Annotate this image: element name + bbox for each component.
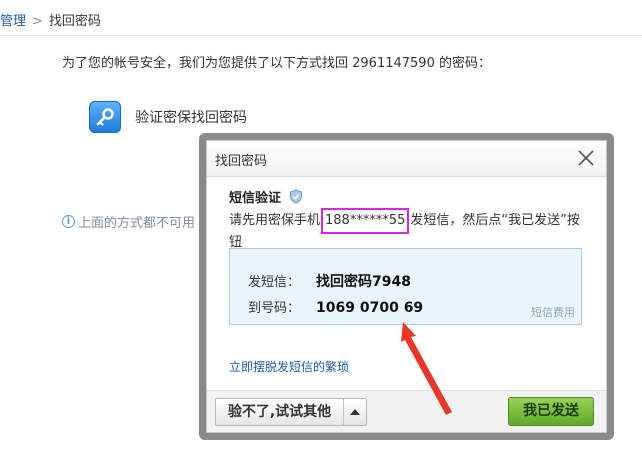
header-divider	[0, 35, 642, 36]
try-other-button[interactable]: 验不了,试试其他	[215, 398, 367, 426]
sms-content-row: 发短信： 找回密码7948	[248, 271, 411, 291]
breadcrumb: 管理 > 找回密码	[0, 10, 101, 30]
dialog-frame: 找回密码 短信验证 请先用密保手机 188******55 发短信，然后点“我已发送…	[199, 133, 614, 440]
instruction-prefix: 请先用密保手机	[229, 213, 321, 228]
sent-button[interactable]: 我已发送	[508, 397, 594, 426]
breadcrumb-parent-link[interactable]: 管理	[0, 14, 26, 29]
info-icon: i	[62, 215, 75, 228]
method-label[interactable]: 验证密保找回密码	[135, 107, 247, 127]
caret-up-icon[interactable]	[344, 399, 366, 425]
other-methods-hint[interactable]: i 上面的方式都不可用	[62, 212, 195, 231]
sms-verify-title-text: 短信验证	[229, 191, 282, 206]
key-icon	[89, 101, 121, 133]
skip-sms-link[interactable]: 立即摆脱发短信的繁琐	[229, 358, 349, 375]
method-security-question[interactable]: 验证密保找回密码	[89, 100, 247, 134]
sms-fee-link[interactable]: 短信费用	[531, 304, 575, 320]
sms-instruction: 请先用密保手机 188******55 发短信，然后点“我已发送”按钮	[229, 208, 589, 252]
sms-target-number: 1069 0700 69	[316, 300, 424, 316]
dialog-header: 找回密码	[207, 141, 606, 177]
sms-content-value: 找回密码7948	[316, 274, 411, 290]
try-other-label: 验不了,试试其他	[216, 399, 344, 425]
sms-target-row: 到号码： 1069 0700 69	[248, 297, 423, 316]
breadcrumb-separator: >	[32, 14, 43, 29]
sms-verify-title: 短信验证	[229, 187, 303, 206]
sms-info-box: 发短信： 找回密码7948 到号码： 1069 0700 69 短信费用	[229, 248, 582, 325]
sms-content-label: 发短信：	[248, 275, 301, 290]
dialog-title: 找回密码	[215, 154, 268, 169]
other-methods-text: 上面的方式都不可用	[78, 216, 196, 231]
shield-icon	[290, 189, 303, 204]
dialog-footer: 验不了,试试其他 我已发送	[207, 390, 606, 432]
recover-password-dialog: 找回密码 短信验证 请先用密保手机 188******55 发短信，然后点“我已发送…	[206, 140, 607, 433]
close-icon	[578, 150, 594, 166]
sms-target-label: 到号码：	[248, 301, 301, 316]
close-button[interactable]	[576, 148, 596, 168]
intro-text: 为了您的帐号安全，我们为您提供了以下方式找回 2961147590 的密码：	[62, 56, 491, 71]
phone-number: 188******55	[321, 208, 410, 234]
breadcrumb-current: 找回密码	[48, 14, 101, 29]
